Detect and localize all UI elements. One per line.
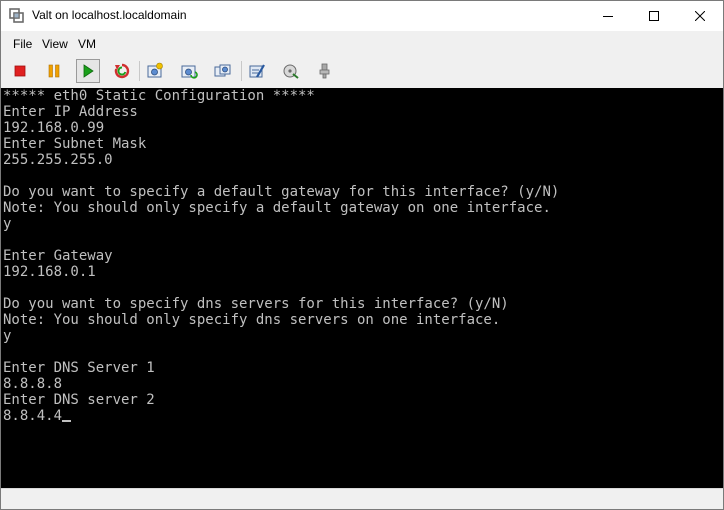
console-line: Enter Subnet Mask — [3, 136, 147, 152]
menu-bar: File View VM — [1, 31, 723, 55]
console-line: Enter DNS Server 1 — [3, 360, 155, 376]
menu-view[interactable]: View — [42, 37, 68, 51]
disconnect-device-icon — [319, 63, 330, 79]
disconnect-device-button[interactable] — [313, 59, 337, 83]
suspend-button[interactable] — [42, 59, 66, 83]
menu-file[interactable]: File — [13, 37, 32, 51]
power-on-button[interactable] — [76, 59, 100, 83]
pause-icon — [48, 64, 60, 78]
toolbar — [1, 55, 723, 88]
console-line: 192.168.0.99 — [3, 120, 105, 136]
vm-console-screen[interactable]: ***** eth0 Static Configuration ***** En… — [1, 88, 723, 488]
reset-icon — [114, 63, 130, 79]
vmware-logo-icon — [9, 8, 25, 24]
console-line: Enter IP Address — [3, 104, 138, 120]
snapshot-manager-icon — [214, 64, 231, 77]
console-line: Do you want to specify a default gateway… — [3, 184, 560, 200]
console-line: Do you want to specify dns servers for t… — [3, 296, 509, 312]
close-icon — [695, 11, 705, 21]
reset-button[interactable] — [110, 59, 134, 83]
play-icon — [83, 64, 94, 78]
console-line: Note: You should only specify dns server… — [3, 312, 501, 328]
console-output: ***** eth0 Static Configuration ***** En… — [3, 88, 559, 424]
console-line: y — [3, 328, 12, 344]
maximize-icon — [649, 11, 659, 21]
vm-console-window: Valt on localhost.localdomain File View … — [0, 0, 724, 510]
stop-icon — [14, 65, 26, 77]
toolbar-separator — [139, 61, 140, 81]
revert-snapshot-button[interactable] — [177, 59, 201, 83]
close-button[interactable] — [677, 1, 723, 31]
console-line: 8.8.8.8 — [3, 376, 63, 392]
text-cursor — [62, 420, 72, 422]
console-line: 255.255.255.0 — [3, 152, 113, 168]
status-bar — [1, 488, 723, 509]
minimize-button[interactable] — [585, 1, 631, 31]
maximize-button[interactable] — [631, 1, 677, 31]
console-line: Enter DNS server 2 — [3, 392, 155, 408]
power-off-button[interactable] — [8, 59, 32, 83]
title-bar[interactable]: Valt on localhost.localdomain — [1, 1, 723, 31]
snapshot-manager-button[interactable] — [211, 59, 235, 83]
connect-device-button[interactable] — [279, 59, 303, 83]
minimize-icon — [603, 16, 613, 17]
edit-settings-button[interactable] — [245, 59, 269, 83]
console-input-line[interactable]: 8.8.4.4 — [3, 408, 559, 424]
revert-snapshot-icon — [181, 65, 198, 79]
connect-device-icon — [283, 64, 299, 79]
console-input-text: 8.8.4.4 — [3, 408, 63, 424]
menu-vm[interactable]: VM — [78, 37, 96, 51]
console-line: 192.168.0.1 — [3, 264, 96, 280]
console-line: Note: You should only specify a default … — [3, 200, 551, 216]
console-line: y — [3, 216, 12, 232]
console-line: Enter Gateway — [3, 248, 113, 264]
console-line: ***** eth0 Static Configuration ***** — [3, 88, 315, 104]
edit-settings-icon — [249, 64, 265, 78]
snapshot-icon — [147, 62, 163, 78]
toolbar-separator — [241, 61, 242, 81]
window-title: Valt on localhost.localdomain — [32, 8, 187, 22]
take-snapshot-button[interactable] — [143, 59, 167, 83]
